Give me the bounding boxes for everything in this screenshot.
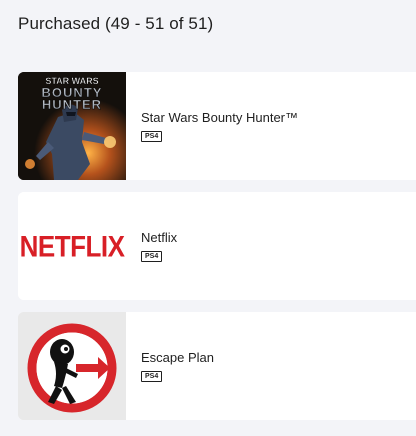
game-tile-escape-plan[interactable]: Escape Plan PS4 <box>18 312 416 420</box>
platform-badge: PS4 <box>141 131 163 142</box>
star-wars-bounty-hunter-cover-icon: STAR WARS BOUNTY HUNTER <box>18 72 126 180</box>
platform-badge: PS4 <box>141 371 163 382</box>
platform-badge: PS4 <box>141 251 163 262</box>
game-title: Netflix <box>141 230 178 245</box>
section-title: Purchased (49 - 51 of 51) <box>18 14 214 33</box>
game-info: Netflix PS4 <box>141 192 177 300</box>
netflix-logo-icon: NETFLIX <box>18 192 126 300</box>
game-title: Star Wars Bounty Hunter™ <box>141 110 299 125</box>
sw-logo-line-3: HUNTER <box>42 97 102 112</box>
game-title: Escape Plan <box>141 350 214 365</box>
purchased-library-page: Purchased (49 - 51 of 51) STAR WARS BOUN… <box>0 0 416 436</box>
game-info: Star Wars Bounty Hunter™ PS4 <box>141 72 298 180</box>
game-tile-netflix[interactable]: NETFLIX Netflix PS4 <box>18 192 416 300</box>
escape-plan-cover-icon <box>18 312 126 420</box>
game-tile-star-wars-bounty-hunter[interactable]: STAR WARS BOUNTY HUNTER Star Wars Bounty… <box>18 72 416 180</box>
game-info: Escape Plan PS4 <box>141 312 214 420</box>
netflix-logo-text: NETFLIX <box>19 228 125 263</box>
